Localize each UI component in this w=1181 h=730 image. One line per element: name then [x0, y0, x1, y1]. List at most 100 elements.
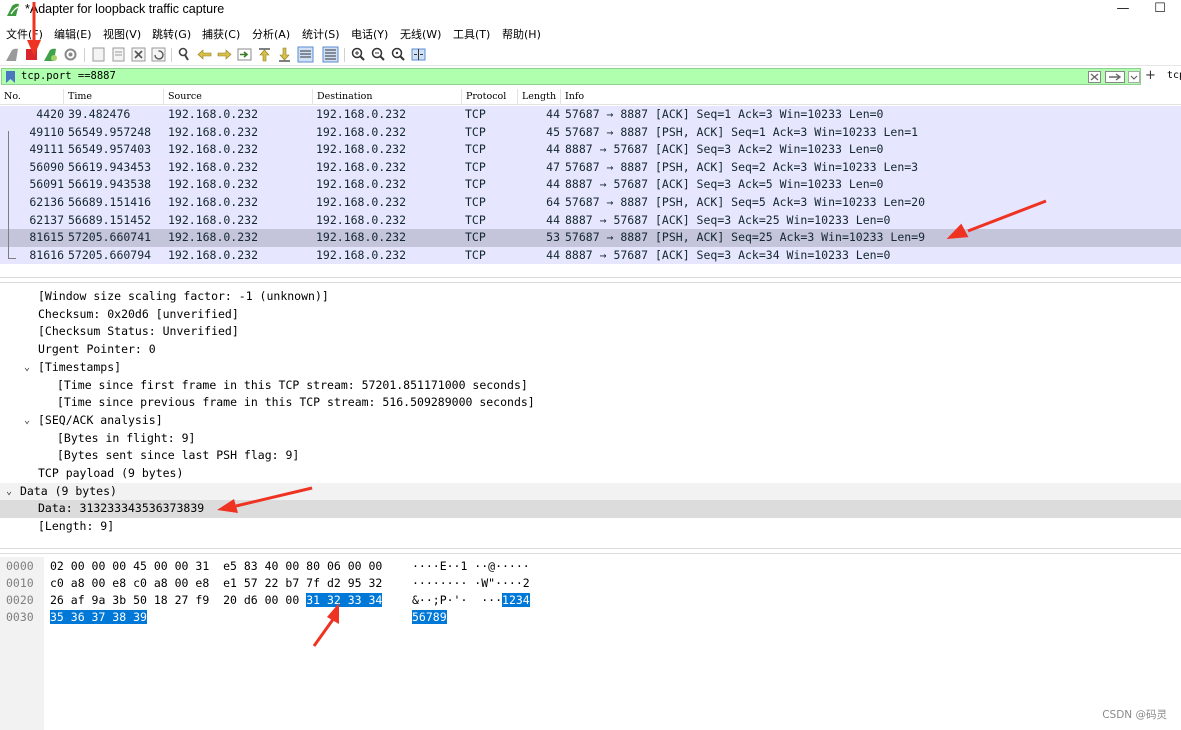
column-header-source[interactable]: Source	[164, 89, 313, 105]
colorize-button[interactable]	[322, 46, 339, 63]
bytes-hex[interactable]: 26 af 9a 3b 50 18 27 f9 20 d6 00 00 31 3…	[50, 592, 383, 608]
column-header-no[interactable]: No.	[0, 89, 64, 105]
pane-splitter[interactable]	[0, 548, 1181, 554]
minimize-button[interactable]: —	[1108, 0, 1138, 20]
detail-row[interactable]: [Window size scaling factor: -1 (unknown…	[0, 288, 1181, 306]
detail-row[interactable]: [Time since first frame in this TCP stre…	[0, 377, 1181, 395]
packet-row[interactable]: 56090 56619.943453 192.168.0.232 192.168.0.…	[0, 158, 1181, 177]
go-forward-button[interactable]	[216, 46, 233, 63]
detail-row[interactable]: [Checksum Status: Unverified]	[0, 323, 1181, 341]
chevron-down-icon[interactable]: ⌄	[21, 359, 33, 377]
packet-row[interactable]: 81616 57205.660794 192.168.0.232 192.168.0.…	[0, 246, 1181, 265]
detail-row[interactable]: ⌄ Data (9 bytes)	[0, 482, 1181, 501]
menu-tools[interactable]: 工具(T)	[453, 26, 490, 42]
detail-row[interactable]: TCP payload (9 bytes)	[0, 465, 1181, 483]
filter-expression-button[interactable]: tcp	[1167, 70, 1181, 81]
first-packet-button[interactable]	[256, 46, 273, 63]
packet-no: 81616	[29, 247, 64, 262]
column-header-length[interactable]: Length	[518, 89, 561, 105]
bookmark-icon[interactable]	[5, 71, 16, 83]
last-packet-button[interactable]	[276, 46, 293, 63]
menu-help[interactable]: 帮助(H)	[502, 26, 541, 42]
packet-row[interactable]: 56091 56619.943538 192.168.0.232 192.168.0.…	[0, 176, 1181, 194]
menu-view[interactable]: 视图(V)	[103, 26, 141, 42]
packet-row[interactable]: 62137 56689.151452 192.168.0.232 192.168.0.…	[0, 211, 1181, 230]
apply-filter-arrow-icon[interactable]	[1105, 71, 1125, 83]
stop-capture-button[interactable]	[23, 46, 40, 63]
capture-options-button[interactable]	[62, 46, 79, 63]
packet-time: 57205.660741	[68, 230, 152, 245]
resize-columns-button[interactable]	[410, 46, 427, 63]
bytes-hex[interactable]: 02 00 00 00 45 00 00 31 e5 83 40 00 80 0…	[50, 558, 382, 574]
bytes-ascii[interactable]: 56789	[412, 609, 447, 625]
packet-row-selected[interactable]: 81615 57205.660741 192.168.0.232 192.168.0.…	[0, 229, 1181, 247]
packet-details-pane[interactable]: [Window size scaling factor: -1 (unknown…	[0, 288, 1181, 548]
menu-capture[interactable]: 捕获(C)	[202, 26, 240, 42]
menu-analyze[interactable]: 分析(A)	[252, 26, 290, 42]
column-header-destination[interactable]: Destination	[313, 89, 462, 105]
bytes-ascii[interactable]: &··;P·'· ···1234	[412, 592, 530, 608]
open-file-button[interactable]	[90, 46, 107, 63]
packet-row[interactable]: 4420 39.482476 192.168.0.232 192.168.0.232 T…	[0, 106, 1181, 124]
column-header-protocol[interactable]: Protocol	[462, 89, 518, 105]
find-packet-button[interactable]	[176, 46, 193, 63]
menu-file[interactable]: 文件(F)	[6, 26, 43, 42]
detail-text: [Time since first frame in this TCP stre…	[57, 377, 528, 392]
bytes-ascii-highlight: 56789	[412, 610, 447, 624]
display-filter-input[interactable]: tcp.port ==8887	[1, 68, 1141, 85]
packet-row[interactable]: 49111 56549.957403 192.168.0.232 192.168.0.…	[0, 141, 1181, 159]
bytes-ascii[interactable]: ····E··1 ··@·····	[412, 558, 530, 574]
column-header-info[interactable]: Info	[561, 89, 1181, 105]
detail-row[interactable]: [Time since previous frame in this TCP s…	[0, 394, 1181, 412]
detail-row-selected[interactable]: Data: 313233343536373839	[0, 500, 1181, 519]
detail-row[interactable]: Urgent Pointer: 0	[0, 341, 1181, 359]
packet-time: 56689.151416	[68, 195, 152, 209]
bytes-offset: 0020	[6, 593, 34, 607]
bytes-hex-plain: 26 af 9a 3b 50 18 27 f9 20 d6 00 00	[50, 593, 307, 607]
restart-capture-button[interactable]	[42, 46, 59, 63]
autoscroll-button[interactable]	[297, 46, 314, 63]
bytes-row: 0030 35 36 37 38 39 56789	[0, 609, 1181, 625]
reload-button[interactable]	[150, 46, 167, 63]
chevron-down-icon[interactable]: ⌄	[3, 483, 15, 501]
save-file-button[interactable]	[110, 46, 127, 63]
column-header-time[interactable]: Time	[64, 89, 164, 105]
zoom-in-button[interactable]	[350, 46, 367, 63]
packet-row[interactable]: 49110 56549.957248 192.168.0.232 192.168.0.…	[0, 123, 1181, 142]
display-filter-value[interactable]: tcp.port ==8887	[21, 70, 116, 82]
bytes-hex[interactable]: c0 a8 00 e8 c0 a8 00 e8 e1 57 22 b7 7f d…	[50, 575, 382, 591]
menu-telephony[interactable]: 电话(Y)	[351, 26, 388, 42]
packet-no: 81615	[29, 230, 64, 245]
packet-time: 39.482476	[68, 107, 131, 121]
detail-row[interactable]: ⌄ [SEQ/ACK analysis]	[0, 412, 1181, 430]
maximize-button[interactable]: ☐	[1145, 0, 1175, 20]
packet-info: 57687 → 8887 [PSH, ACK] Seq=5 Ack=3 Win=…	[565, 195, 926, 209]
close-file-button[interactable]	[130, 46, 147, 63]
detail-row[interactable]: [Bytes in flight: 9]	[0, 430, 1181, 448]
packet-bytes-pane[interactable]: 0000 02 00 00 00 45 00 00 31 e5 83 40 00 …	[0, 557, 1181, 730]
zoom-out-button[interactable]	[370, 46, 387, 63]
menu-edit[interactable]: 编辑(E)	[54, 26, 92, 42]
detail-row[interactable]: ⌄ [Timestamps]	[0, 359, 1181, 377]
chevron-down-icon[interactable]: ⌄	[21, 412, 33, 430]
pane-splitter[interactable]	[0, 277, 1181, 283]
bytes-ascii[interactable]: ········ ·W"····2	[412, 575, 530, 591]
start-capture-button[interactable]	[4, 46, 21, 63]
chevron-down-icon[interactable]	[1128, 71, 1140, 83]
packet-row[interactable]: 62136 56689.151416 192.168.0.232 192.168.0.…	[0, 194, 1181, 212]
go-back-button[interactable]	[196, 46, 213, 63]
detail-row[interactable]: [Bytes sent since last PSH flag: 9]	[0, 447, 1181, 465]
menu-go[interactable]: 跳转(G)	[152, 26, 191, 42]
menu-wireless[interactable]: 无线(W)	[400, 26, 441, 42]
clear-filter-icon[interactable]	[1088, 71, 1101, 83]
detail-row[interactable]: [Length: 9]	[0, 518, 1181, 536]
bytes-hex-highlight: 35 36 37 38 39	[50, 610, 147, 624]
packet-list[interactable]: No. Time Source Destination Protocol Len…	[0, 89, 1181, 269]
add-filter-button[interactable]: +	[1145, 68, 1156, 83]
go-to-packet-button[interactable]	[236, 46, 253, 63]
zoom-reset-icon	[391, 47, 405, 61]
detail-row[interactable]: Checksum: 0x20d6 [unverified]	[0, 306, 1181, 324]
menu-statistics[interactable]: 统计(S)	[302, 26, 340, 42]
bytes-hex[interactable]: 35 36 37 38 39	[50, 609, 147, 625]
zoom-reset-button[interactable]	[390, 46, 407, 63]
